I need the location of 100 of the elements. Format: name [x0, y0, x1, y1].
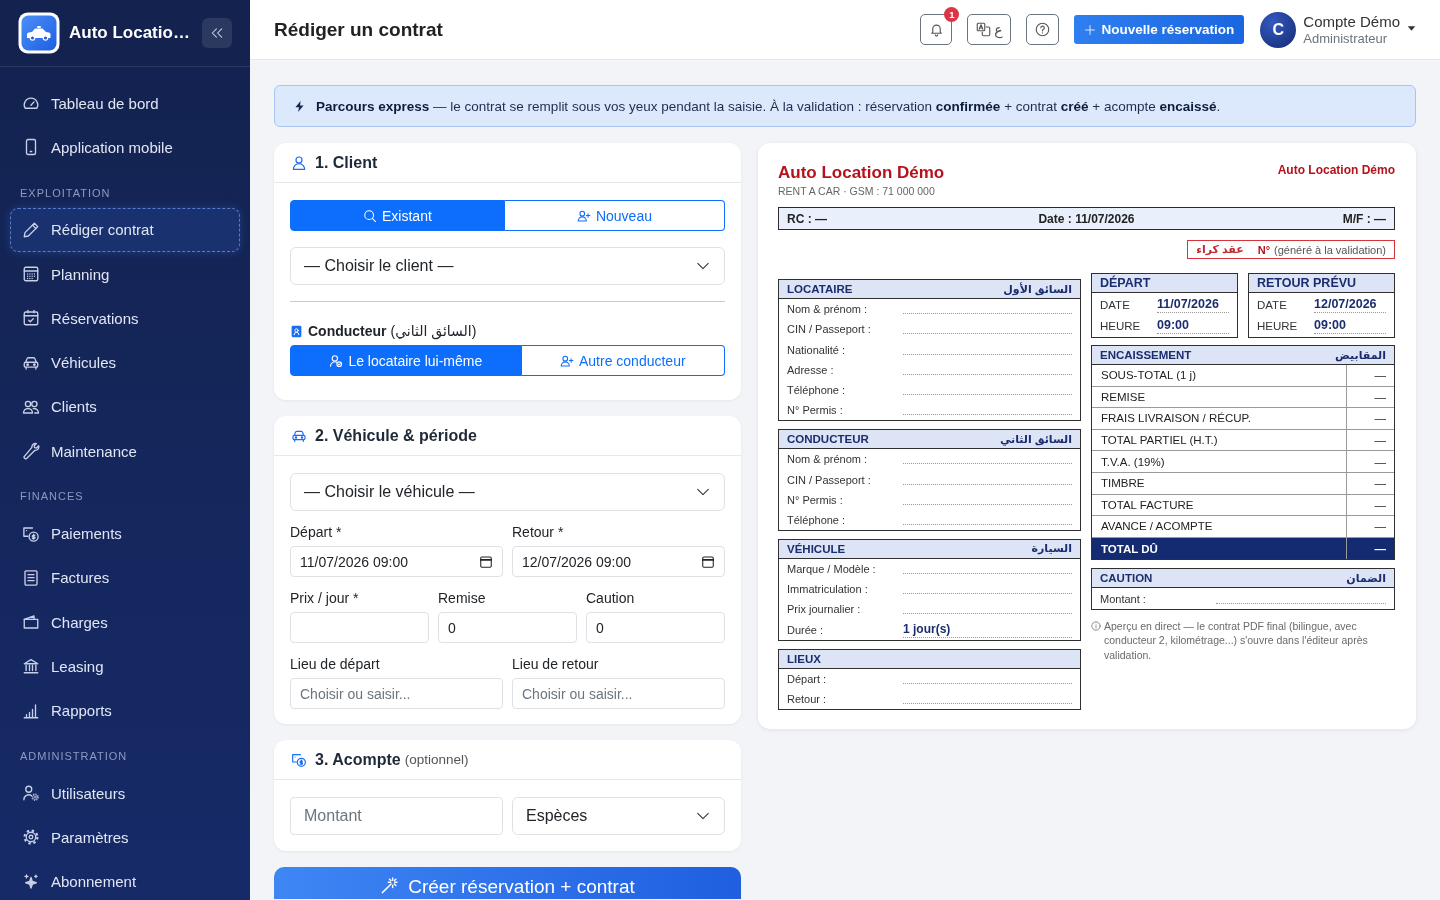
new-reservation-button[interactable]: Nouvelle réservation [1074, 15, 1245, 44]
sidebar-item[interactable]: Maintenance [10, 429, 240, 474]
user-plus-icon [560, 353, 574, 368]
company-tagline: RENT A CAR · GSM : 71 000 000 [778, 185, 936, 198]
section-title-arabic: السائق الثاني [999, 432, 1072, 446]
field-value: 11/07/2026 [1157, 296, 1229, 313]
toggle-option[interactable]: Autre conducteur [521, 345, 725, 376]
toggle-option[interactable]: Nouveau [504, 200, 725, 231]
field-label: Retour * [512, 524, 565, 540]
table-cell: TOTAL FACTURE [1092, 494, 1346, 517]
toggle-option[interactable]: Le locataire lui-même [290, 345, 522, 376]
field-label: HEURE [1257, 319, 1299, 332]
section-title: ENCAISSEMENT [1100, 349, 1192, 361]
field-value: 12/07/2026 [1314, 296, 1386, 313]
sidebar-item[interactable]: Abonnement [10, 859, 240, 900]
section-title-arabic: الضمان [1346, 571, 1386, 585]
table-cell: — [1346, 537, 1394, 560]
header-field: M/F : — [1342, 211, 1386, 226]
settings-icon [22, 828, 40, 847]
sidebar-item[interactable]: Planning [10, 251, 240, 297]
info-icon [1091, 620, 1101, 631]
field-label: N° Permis : [787, 492, 844, 508]
sidebar-item[interactable]: Réservations [10, 296, 240, 341]
field-label: Téléphone : [787, 512, 847, 528]
field-value: 09:00 [1157, 317, 1229, 334]
sidebar-item[interactable]: Charges [10, 599, 240, 645]
vehicle-select[interactable]: — Choisir le véhicule — [290, 473, 725, 511]
search-icon [363, 208, 378, 223]
sidebar-item[interactable]: Utilisateurs [10, 770, 240, 816]
header-field: Date : 11/07/2026 [1038, 211, 1135, 226]
bolt-icon [293, 98, 306, 114]
wallet-icon [22, 613, 40, 632]
field-label: Adresse : [787, 362, 835, 378]
contract-number-label: N° [1257, 243, 1271, 256]
sidebar-item[interactable]: Paramètres [10, 815, 240, 860]
text-field[interactable]: Choisir ou saisir... [290, 678, 503, 709]
table-cell: — [1346, 386, 1394, 409]
plus-icon [1084, 23, 1097, 36]
language-button[interactable]: ع [967, 14, 1012, 45]
pencil-icon [22, 220, 40, 239]
bar-chart-icon [22, 701, 40, 720]
field-label: Nationalité : [787, 342, 847, 358]
payment-method-select[interactable]: Espèces [512, 797, 725, 835]
toggle-option[interactable]: Existant [290, 200, 505, 231]
user-icon [291, 154, 307, 171]
contract-number-hint: (généré à la validation) [1274, 243, 1386, 256]
user-avatar: C [1260, 11, 1297, 48]
table-cell: TOTAL PARTIEL (H.T.) [1092, 429, 1346, 452]
id-badge-icon [290, 324, 303, 339]
preview-note: Aperçu en direct — le contrat PDF final (bilingue, avec conducteur 2, kilométrage...) s'ouvre dans l'éditeur après validation. [1104, 618, 1369, 663]
sidebar-item[interactable]: Rédiger contrat [10, 207, 240, 252]
company-name: Auto Location Démo [1277, 162, 1395, 178]
table-cell: REMISE [1092, 386, 1346, 409]
card-title: 3. Acompte [315, 750, 401, 769]
collapse-button[interactable] [202, 18, 232, 48]
table-cell: — [1346, 451, 1394, 473]
field-label: N° Permis : [787, 403, 844, 419]
amount-field[interactable]: Montant [290, 797, 503, 835]
sidebar-item[interactable]: Paiements [10, 511, 240, 556]
sidebar-item[interactable]: Rapports [10, 688, 240, 733]
sidebar-item[interactable]: Tableau de bord [10, 81, 240, 126]
number-field[interactable]: 0 [438, 612, 577, 643]
calendar-icon [479, 554, 493, 569]
sidebar-item[interactable]: Factures [10, 555, 240, 600]
field-label: Durée : [787, 622, 825, 638]
field-label: Remise [438, 590, 487, 606]
brand-name: Auto Locatio… [69, 23, 191, 43]
double-chevron-left-icon [210, 26, 224, 40]
banner-text: Parcours express — le contrat se remplit sous vos yeux pendant la saisie. À la validation : réservation confirmée + contrat créé + acompte encaissé. [316, 98, 1221, 114]
section-title-arabic: المقابيض [1335, 348, 1386, 362]
sidebar-item[interactable]: Véhicules [10, 340, 240, 385]
field-label: HEURE [1100, 319, 1142, 332]
field-label: CIN / Passeport : [787, 472, 872, 488]
date-time-field[interactable]: 11/07/2026 09:00 [290, 546, 503, 577]
help-button[interactable] [1026, 14, 1060, 45]
sidebar-item[interactable]: Application mobile [10, 125, 240, 170]
field-label: Prix / jour * [290, 590, 360, 606]
table-cell: TIMBRE [1092, 472, 1346, 495]
help-icon [1035, 22, 1051, 37]
date-time-field[interactable]: 12/07/2026 09:00 [512, 546, 725, 577]
number-field[interactable] [290, 612, 429, 643]
number-field[interactable]: 0 [586, 612, 725, 643]
section-title: EXPLOITATION [19, 185, 112, 201]
client-select[interactable]: — Choisir le client — [290, 247, 725, 285]
section-title: LOCATAIRE [787, 283, 853, 295]
text-field[interactable]: Choisir ou saisir... [512, 678, 725, 709]
field-label: Nom & prénom : [787, 452, 869, 468]
field-label: Retour : [787, 692, 828, 707]
table-cell: AVANCE / ACOMPTE [1092, 516, 1346, 538]
section-title: CONDUCTEUR [787, 433, 869, 446]
table-cell: — [1346, 516, 1394, 538]
user-name: Compte Démo [1303, 12, 1400, 31]
notification-badge: 1 [944, 7, 960, 22]
field-label: DATE [1100, 298, 1131, 311]
table-cell: — [1346, 494, 1394, 517]
sidebar-item[interactable]: Leasing [10, 644, 240, 689]
field-label: Montant : [1100, 591, 1147, 607]
create-contract-button[interactable]: Créer réservation + contrat [274, 867, 741, 899]
sidebar-item[interactable]: Clients [10, 384, 240, 430]
magic-wand-icon [380, 876, 400, 895]
